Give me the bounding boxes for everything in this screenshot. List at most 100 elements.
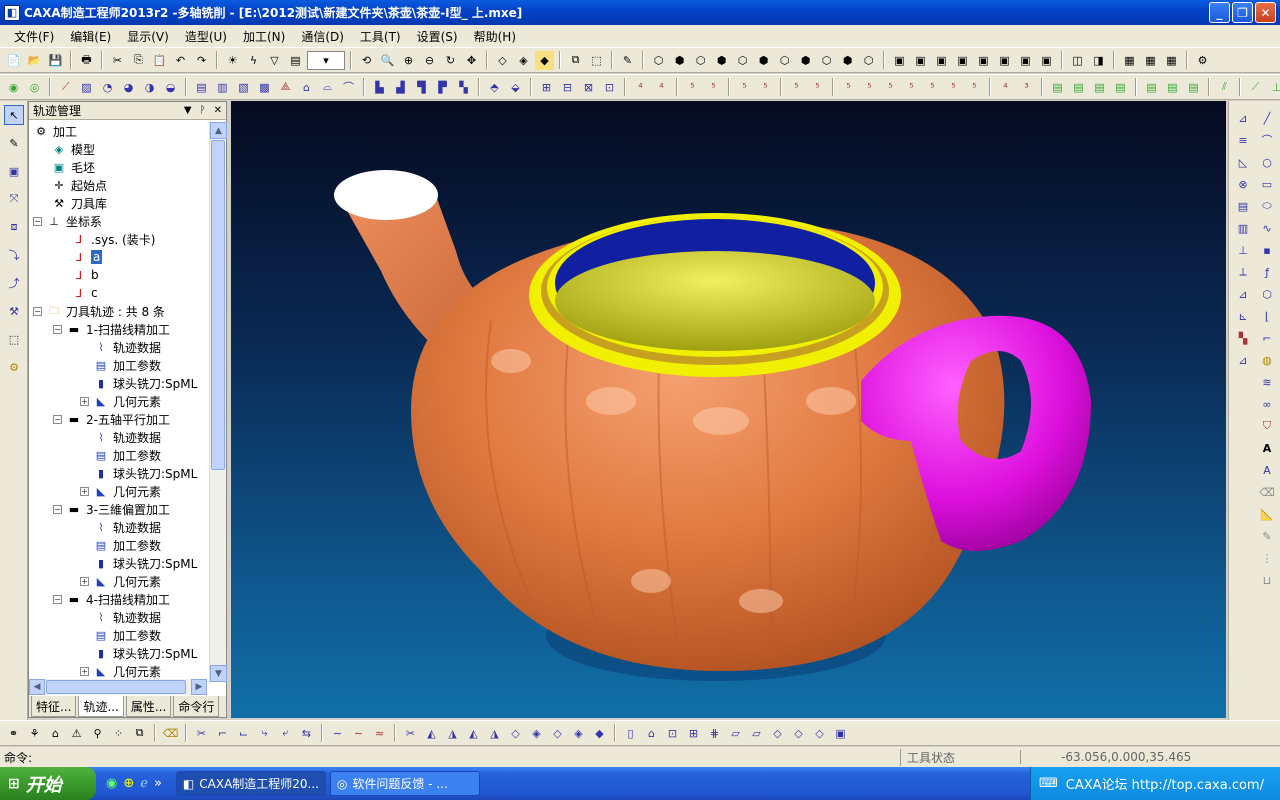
- hidden-line-icon[interactable]: ◈: [514, 51, 533, 70]
- cut-icon[interactable]: ✂: [108, 51, 127, 70]
- menu-communication[interactable]: 通信(D): [293, 28, 352, 45]
- pencil-icon[interactable]: ✎: [1257, 527, 1277, 545]
- r7-icon[interactable]: ⊥: [1233, 241, 1253, 259]
- r5-icon[interactable]: ▤: [1233, 197, 1253, 215]
- tree-node[interactable]: ⅃ b: [29, 266, 207, 284]
- curve-3-icon[interactable]: ≈: [370, 724, 389, 743]
- surf-16-icon[interactable]: ▱: [726, 724, 745, 743]
- tree-node[interactable]: ▮ 球头铣刀:SpML: [29, 554, 207, 572]
- tree-node[interactable]: ▤ 加工参数: [29, 356, 207, 374]
- solid-3-icon[interactable]: ▣: [932, 51, 951, 70]
- path-8-icon[interactable]: ▥: [213, 78, 232, 97]
- surf-7-icon[interactable]: ◈: [527, 724, 546, 743]
- multiaxis-1-icon[interactable]: ⁴: [631, 78, 650, 97]
- scroll-up-icon[interactable]: ▲: [210, 122, 227, 139]
- tree-node[interactable]: ⌇ 轨迹数据: [29, 338, 207, 356]
- pan-icon[interactable]: ✥: [462, 51, 481, 70]
- expand-icon[interactable]: +: [80, 666, 89, 676]
- eraser-2-icon[interactable]: ⌫: [161, 724, 180, 743]
- shield-icon[interactable]: ⛉: [1257, 417, 1277, 435]
- surf-2-icon[interactable]: ◭: [422, 724, 441, 743]
- multiaxis-4-icon[interactable]: ⁵: [704, 78, 723, 97]
- b3-icon[interactable]: ⌂: [46, 724, 65, 743]
- menu-model[interactable]: 造型(U): [177, 28, 235, 45]
- menu-help[interactable]: 帮助(H): [466, 28, 524, 45]
- zoom-in-icon[interactable]: ⊕: [399, 51, 418, 70]
- verify-icon[interactable]: ⟋: [1246, 78, 1265, 97]
- surf-6-icon[interactable]: ◇: [506, 724, 525, 743]
- surf-9-icon[interactable]: ◈: [569, 724, 588, 743]
- feature-1-icon[interactable]: ⬡: [649, 51, 668, 70]
- gears-icon[interactable]: ⚙: [4, 357, 24, 377]
- horizontal-scroll-thumb[interactable]: [46, 680, 186, 694]
- r6-icon[interactable]: ▥: [1233, 219, 1253, 237]
- path-12-icon[interactable]: ⌂: [297, 78, 316, 97]
- path-24-icon[interactable]: ⊠: [579, 78, 598, 97]
- surf-12-icon[interactable]: ⌂: [642, 724, 661, 743]
- multiaxis-10-icon[interactable]: ⁵: [860, 78, 879, 97]
- surf-15-icon[interactable]: ⋕: [705, 724, 724, 743]
- path-9-icon[interactable]: ▧: [234, 78, 253, 97]
- r8-icon[interactable]: ⟂: [1233, 263, 1253, 281]
- tree-node[interactable]: ⅃ .sys. (装卡): [29, 230, 207, 248]
- image-icon[interactable]: ▣: [4, 161, 24, 181]
- expand-icon[interactable]: +: [80, 576, 89, 586]
- tree-node[interactable]: ▤ 加工参数: [29, 626, 207, 644]
- tree-node[interactable]: − ▬ 4-扫描线精加工: [29, 590, 207, 608]
- menu-view[interactable]: 显示(V): [119, 28, 177, 45]
- transform-icon[interactable]: ⤧: [4, 189, 24, 209]
- circle-icon[interactable]: ○: [1257, 153, 1277, 171]
- b7-icon[interactable]: ⧉: [130, 724, 149, 743]
- b4-icon[interactable]: ⚠: [67, 724, 86, 743]
- color-dropdown-icon[interactable]: ▾: [307, 50, 345, 70]
- tree-node[interactable]: ⅃ c: [29, 284, 207, 302]
- expand-icon[interactable]: +: [80, 396, 89, 406]
- path-2-icon[interactable]: ▨: [77, 78, 96, 97]
- more-icon[interactable]: »: [154, 776, 162, 791]
- r1-icon[interactable]: ⊿: [1233, 109, 1253, 127]
- b1-icon[interactable]: ⚭: [4, 724, 23, 743]
- fillet-icon[interactable]: ⌐: [213, 724, 232, 743]
- collapse-icon[interactable]: −: [53, 504, 62, 514]
- taskbar-item-feedback[interactable]: ◎ 软件问题反馈 - ...: [329, 771, 480, 796]
- multiaxis-15-icon[interactable]: ⁵: [965, 78, 984, 97]
- multiaxis-9-icon[interactable]: ⁵: [839, 78, 858, 97]
- feature-5-icon[interactable]: ⬡: [733, 51, 752, 70]
- multiaxis-16-icon[interactable]: ⁴: [996, 78, 1015, 97]
- path-3-icon[interactable]: ◔: [98, 78, 117, 97]
- surf-13-icon[interactable]: ⊡: [663, 724, 682, 743]
- copy-icon[interactable]: ⎘: [129, 51, 148, 70]
- tab-trajectory[interactable]: 轨迹...: [78, 696, 124, 717]
- path-7-icon[interactable]: ▤: [192, 78, 211, 97]
- solid-6-icon[interactable]: ▣: [995, 51, 1014, 70]
- surf-5-icon[interactable]: ◮: [485, 724, 504, 743]
- tree-node[interactable]: − ▬ 2-五轴平行加工: [29, 410, 207, 428]
- curve-1-icon[interactable]: ∼: [328, 724, 347, 743]
- panel-close-icon[interactable]: ✕: [214, 105, 222, 116]
- path-20-icon[interactable]: ⬘: [485, 78, 504, 97]
- r9-icon[interactable]: ⊿: [1233, 285, 1253, 303]
- tree-node[interactable]: ✛ 起始点: [29, 176, 207, 194]
- cube-view-icon[interactable]: ⬚: [587, 51, 606, 70]
- open-file-icon[interactable]: 📂: [25, 51, 44, 70]
- break-icon[interactable]: ⇆: [297, 724, 316, 743]
- bottom-icon[interactable]: ⊔: [1257, 571, 1277, 589]
- path-15-icon[interactable]: ▙: [370, 78, 389, 97]
- chamfer-icon[interactable]: ⌙: [234, 724, 253, 743]
- expand-icon[interactable]: +: [80, 486, 89, 496]
- surf-20-icon[interactable]: ◇: [810, 724, 829, 743]
- tree-node[interactable]: ⚙ 加工: [29, 122, 207, 140]
- b6-icon[interactable]: ⁘: [109, 724, 128, 743]
- zoom-out-icon[interactable]: ⊖: [420, 51, 439, 70]
- measure-icon[interactable]: ◫: [1068, 51, 1087, 70]
- blank-setup-icon[interactable]: ◉: [4, 78, 23, 97]
- collapse-icon[interactable]: −: [53, 324, 62, 334]
- rectangle-icon[interactable]: ▭: [1257, 175, 1277, 193]
- pin-icon[interactable]: ᚹ: [200, 105, 206, 116]
- multiaxis-2-icon[interactable]: ⁴: [652, 78, 671, 97]
- tree-node[interactable]: − ▬ 1-扫描线精加工: [29, 320, 207, 338]
- surf-8-icon[interactable]: ◇: [548, 724, 567, 743]
- offset-icon[interactable]: ⤶: [276, 724, 295, 743]
- multiaxis-3-icon[interactable]: ⁵: [683, 78, 702, 97]
- post-6-icon[interactable]: ▤: [1163, 78, 1182, 97]
